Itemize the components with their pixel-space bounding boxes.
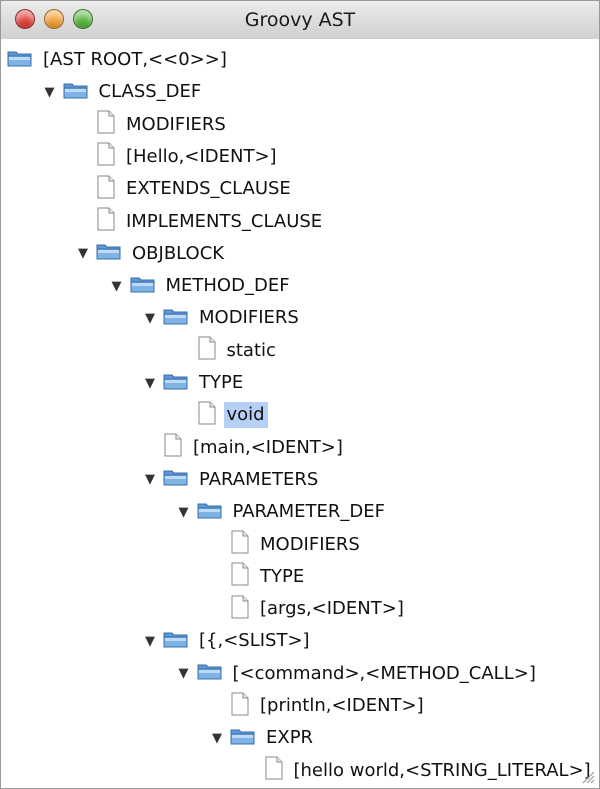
tree-node-label: EXTENDS_CLAUSE [126,178,291,200]
tree-node-label: OBJBLOCK [132,242,225,264]
tree-node-label: [hello world,<STRING_LITERAL>] [293,759,591,781]
tree-node-label: MODIFIERS [126,113,226,135]
disclosure-triangle-down-icon[interactable]: ▼ [76,246,90,261]
tree-node-label: TYPE [260,565,305,587]
document-icon [230,562,250,591]
tree-node-label: static [226,339,276,361]
tree-node-leaf[interactable]: ▼MODIFIERS [76,109,229,141]
tree-node-label: MODIFIERS [260,533,360,555]
tree-node-folder[interactable]: ▼ EXPR [210,722,316,754]
document-icon [197,336,217,365]
tree-node-folder[interactable]: ▼ METHOD_DEF [110,270,293,302]
tree-node-label: [println,<IDENT>] [260,695,424,716]
folder-icon [163,371,189,396]
tree-node-label: EXPR [266,727,314,749]
tree-node-label: [main,<IDENT>] [193,436,343,458]
folder-icon [163,629,189,654]
folder-icon [163,467,189,492]
tree-node-leaf[interactable]: ▼[main,<IDENT>] [143,432,346,464]
tree-node-leaf[interactable]: ▼IMPLEMENTS_CLAUSE [76,206,325,238]
disclosure-triangle-down-icon[interactable]: ▼ [177,666,191,681]
disclosure-triangle-down-icon[interactable]: ▼ [210,731,224,746]
folder-icon [63,80,89,105]
document-icon [96,207,116,236]
document-icon [96,175,116,204]
document-icon [96,142,116,171]
tree-node-leaf[interactable]: ▼void [177,399,268,431]
tree-node-label: [<command>,<METHOD_CALL>] [232,662,536,684]
folder-icon [197,661,223,686]
folder-icon [230,726,256,751]
tree-node-leaf[interactable]: ▼[Hello,<IDENT>] [76,141,280,173]
disclosure-triangle-down-icon[interactable]: ▼ [177,505,191,520]
disclosure-triangle-down-icon[interactable]: ▼ [143,634,157,649]
tree-node-label: TYPE [199,372,244,393]
tree-node-folder[interactable]: ▼ CLASS_DEF [43,76,205,108]
document-icon [230,595,250,624]
tree-node-leaf[interactable]: ▼TYPE [210,561,307,593]
tree-node-label: IMPLEMENTS_CLAUSE [126,210,323,232]
tree-node-folder[interactable]: ▼ MODIFIERS [143,302,302,334]
tree-node-label: [args,<IDENT>] [260,598,404,620]
tree-node-folder[interactable]: ▼ OBJBLOCK [76,238,227,270]
disclosure-triangle-down-icon[interactable]: ▼ [143,472,157,487]
tree-node-folder[interactable]: ▼ PARAMETER_DEF [177,496,388,528]
resize-grip-icon[interactable] [579,768,595,784]
tree-node-folder[interactable]: ▼ TYPE [143,367,246,399]
tree-node-label: MODIFIERS [199,307,299,329]
document-icon [230,530,250,559]
tree-node-leaf[interactable]: ▼EXTENDS_CLAUSE [76,173,294,205]
disclosure-triangle-down-icon[interactable]: ▼ [143,376,157,391]
document-icon [197,401,217,430]
tree-node-label: CLASS_DEF [98,81,202,103]
tree-node-leaf[interactable]: ▼static [177,335,279,367]
tree-node-label: [Hello,<IDENT>] [126,145,277,167]
document-icon [163,433,183,462]
tree-node-leaf[interactable]: ▼MODIFIERS [210,529,363,561]
tree-node-label: PARAMETERS [199,468,319,490]
folder-icon [96,241,122,266]
tree-node-leaf[interactable]: ▼[hello world,<STRING_LITERAL>] [244,755,594,787]
disclosure-triangle-down-icon[interactable]: ▼ [110,279,124,294]
tree-node-leaf[interactable]: ▼[println,<IDENT>] [210,690,427,722]
tree-node-leaf[interactable]: ▼[args,<IDENT>] [210,593,407,625]
tree-node-label: void [223,402,268,429]
tree-node-folder[interactable]: ▼[AST ROOT,<<0>>] [1,44,230,76]
folder-icon [163,306,189,331]
folder-icon [197,500,223,525]
disclosure-triangle-down-icon[interactable]: ▼ [43,85,57,100]
tree-node-folder[interactable]: ▼ PARAMETERS [143,464,321,496]
tree-node-folder[interactable]: ▼ [{,<SLIST>] [143,625,313,657]
document-icon [230,692,250,721]
folder-icon [7,48,33,73]
tree-node-label: PARAMETER_DEF [232,501,385,523]
document-icon [264,756,284,785]
tree-node-folder[interactable]: ▼ [<command>,<METHOD_CALL>] [177,658,539,690]
ast-tree[interactable]: ▼[AST ROOT,<<0>>]▼CLASS_DEF▼MODIFIERS▼[H… [1,39,599,788]
tree-node-label: [AST ROOT,<<0>>] [43,49,227,70]
folder-icon [130,274,156,299]
title-bar: Groovy AST [1,1,599,40]
window-title: Groovy AST [244,9,356,31]
app-window: Groovy AST ▼[AST ROOT,<<0>>]▼CLASS_DEF▼M… [0,0,600,789]
document-icon [96,110,116,139]
disclosure-triangle-down-icon[interactable]: ▼ [143,311,157,326]
tree-node-label: METHOD_DEF [165,275,290,297]
tree-node-label: [{,<SLIST>] [199,630,310,652]
